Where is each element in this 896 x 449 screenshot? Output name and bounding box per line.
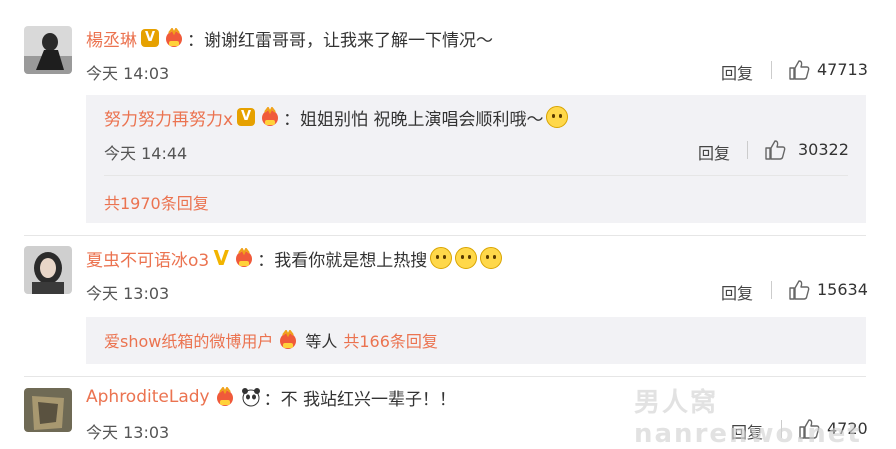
reply-button[interactable]: 回复: [698, 140, 730, 164]
divider: [771, 61, 772, 79]
avatar[interactable]: [24, 246, 72, 294]
comment-text: ：不 我站红兴一辈子！！: [263, 389, 456, 410]
reply-button[interactable]: 回复: [721, 280, 753, 304]
fan-badge-icon: [163, 27, 185, 48]
thumbs-up-icon[interactable]: [764, 139, 786, 161]
reply-button[interactable]: 回复: [721, 60, 753, 84]
verified-badge-icon: V: [237, 108, 256, 126]
reply-summary-text: 等人: [305, 332, 338, 351]
reply-time: 今天 14:44: [104, 144, 188, 163]
divider: [771, 281, 772, 299]
reply-box: 努力努力再努力x V ：姐姐别怕 祝晚上演唱会顺利哦～ 今天 14:44 回复 …: [86, 95, 866, 223]
emoji-icon: [430, 247, 453, 269]
more-replies-link[interactable]: 共1970条回复: [104, 190, 209, 214]
thumbs-up-icon[interactable]: [788, 59, 810, 81]
fan-badge-icon: [277, 329, 299, 350]
like-count: 30322: [798, 140, 849, 159]
watermark: 男人窝 nanrenwo.net: [634, 388, 862, 449]
reply-summary-username[interactable]: 爱show纸箱的微博用户: [104, 328, 273, 352]
like-count: 15634: [817, 280, 868, 299]
panda-icon: [240, 387, 262, 407]
avatar[interactable]: [24, 26, 72, 74]
reply-text: ：姐姐别怕 祝晚上演唱会顺利哦～: [283, 109, 544, 130]
reply-username[interactable]: 努力努力再努力x: [104, 105, 233, 130]
comment-text: ：我看你就是想上热搜: [257, 250, 428, 271]
emoji-icon: [546, 106, 569, 128]
comment-username[interactable]: 夏虫不可语冰o3: [86, 246, 209, 271]
verified-badge-icon: V: [141, 29, 159, 47]
comment-time: 今天 13:03: [86, 423, 170, 442]
fan-badge-icon: [233, 247, 255, 268]
reply-summary-box: 爱show纸箱的微博用户 等人 共166条回复: [86, 317, 866, 364]
fan-badge-icon: [214, 386, 236, 407]
comment-time: 今天 14:03: [86, 64, 170, 83]
divider: [104, 175, 848, 176]
emoji-icon: [480, 247, 503, 269]
fan-badge-icon: [259, 106, 281, 127]
divider: [747, 141, 748, 159]
avatar[interactable]: [24, 388, 72, 432]
like-count: 47713: [817, 60, 868, 79]
emoji-icon: [455, 247, 478, 269]
divider: [24, 235, 866, 236]
comment-username[interactable]: AphroditeLady: [86, 387, 210, 407]
comment-text: ：谢谢红雷哥哥，让我来了解一下情况～: [187, 30, 493, 51]
more-replies-link[interactable]: 共166条回复: [343, 328, 438, 352]
thumbs-up-icon[interactable]: [788, 279, 810, 301]
divider: [24, 376, 866, 377]
verified-badge-icon: V: [213, 246, 229, 270]
comment-username[interactable]: 楊丞琳: [86, 26, 137, 51]
comment-time: 今天 13:03: [86, 284, 170, 303]
